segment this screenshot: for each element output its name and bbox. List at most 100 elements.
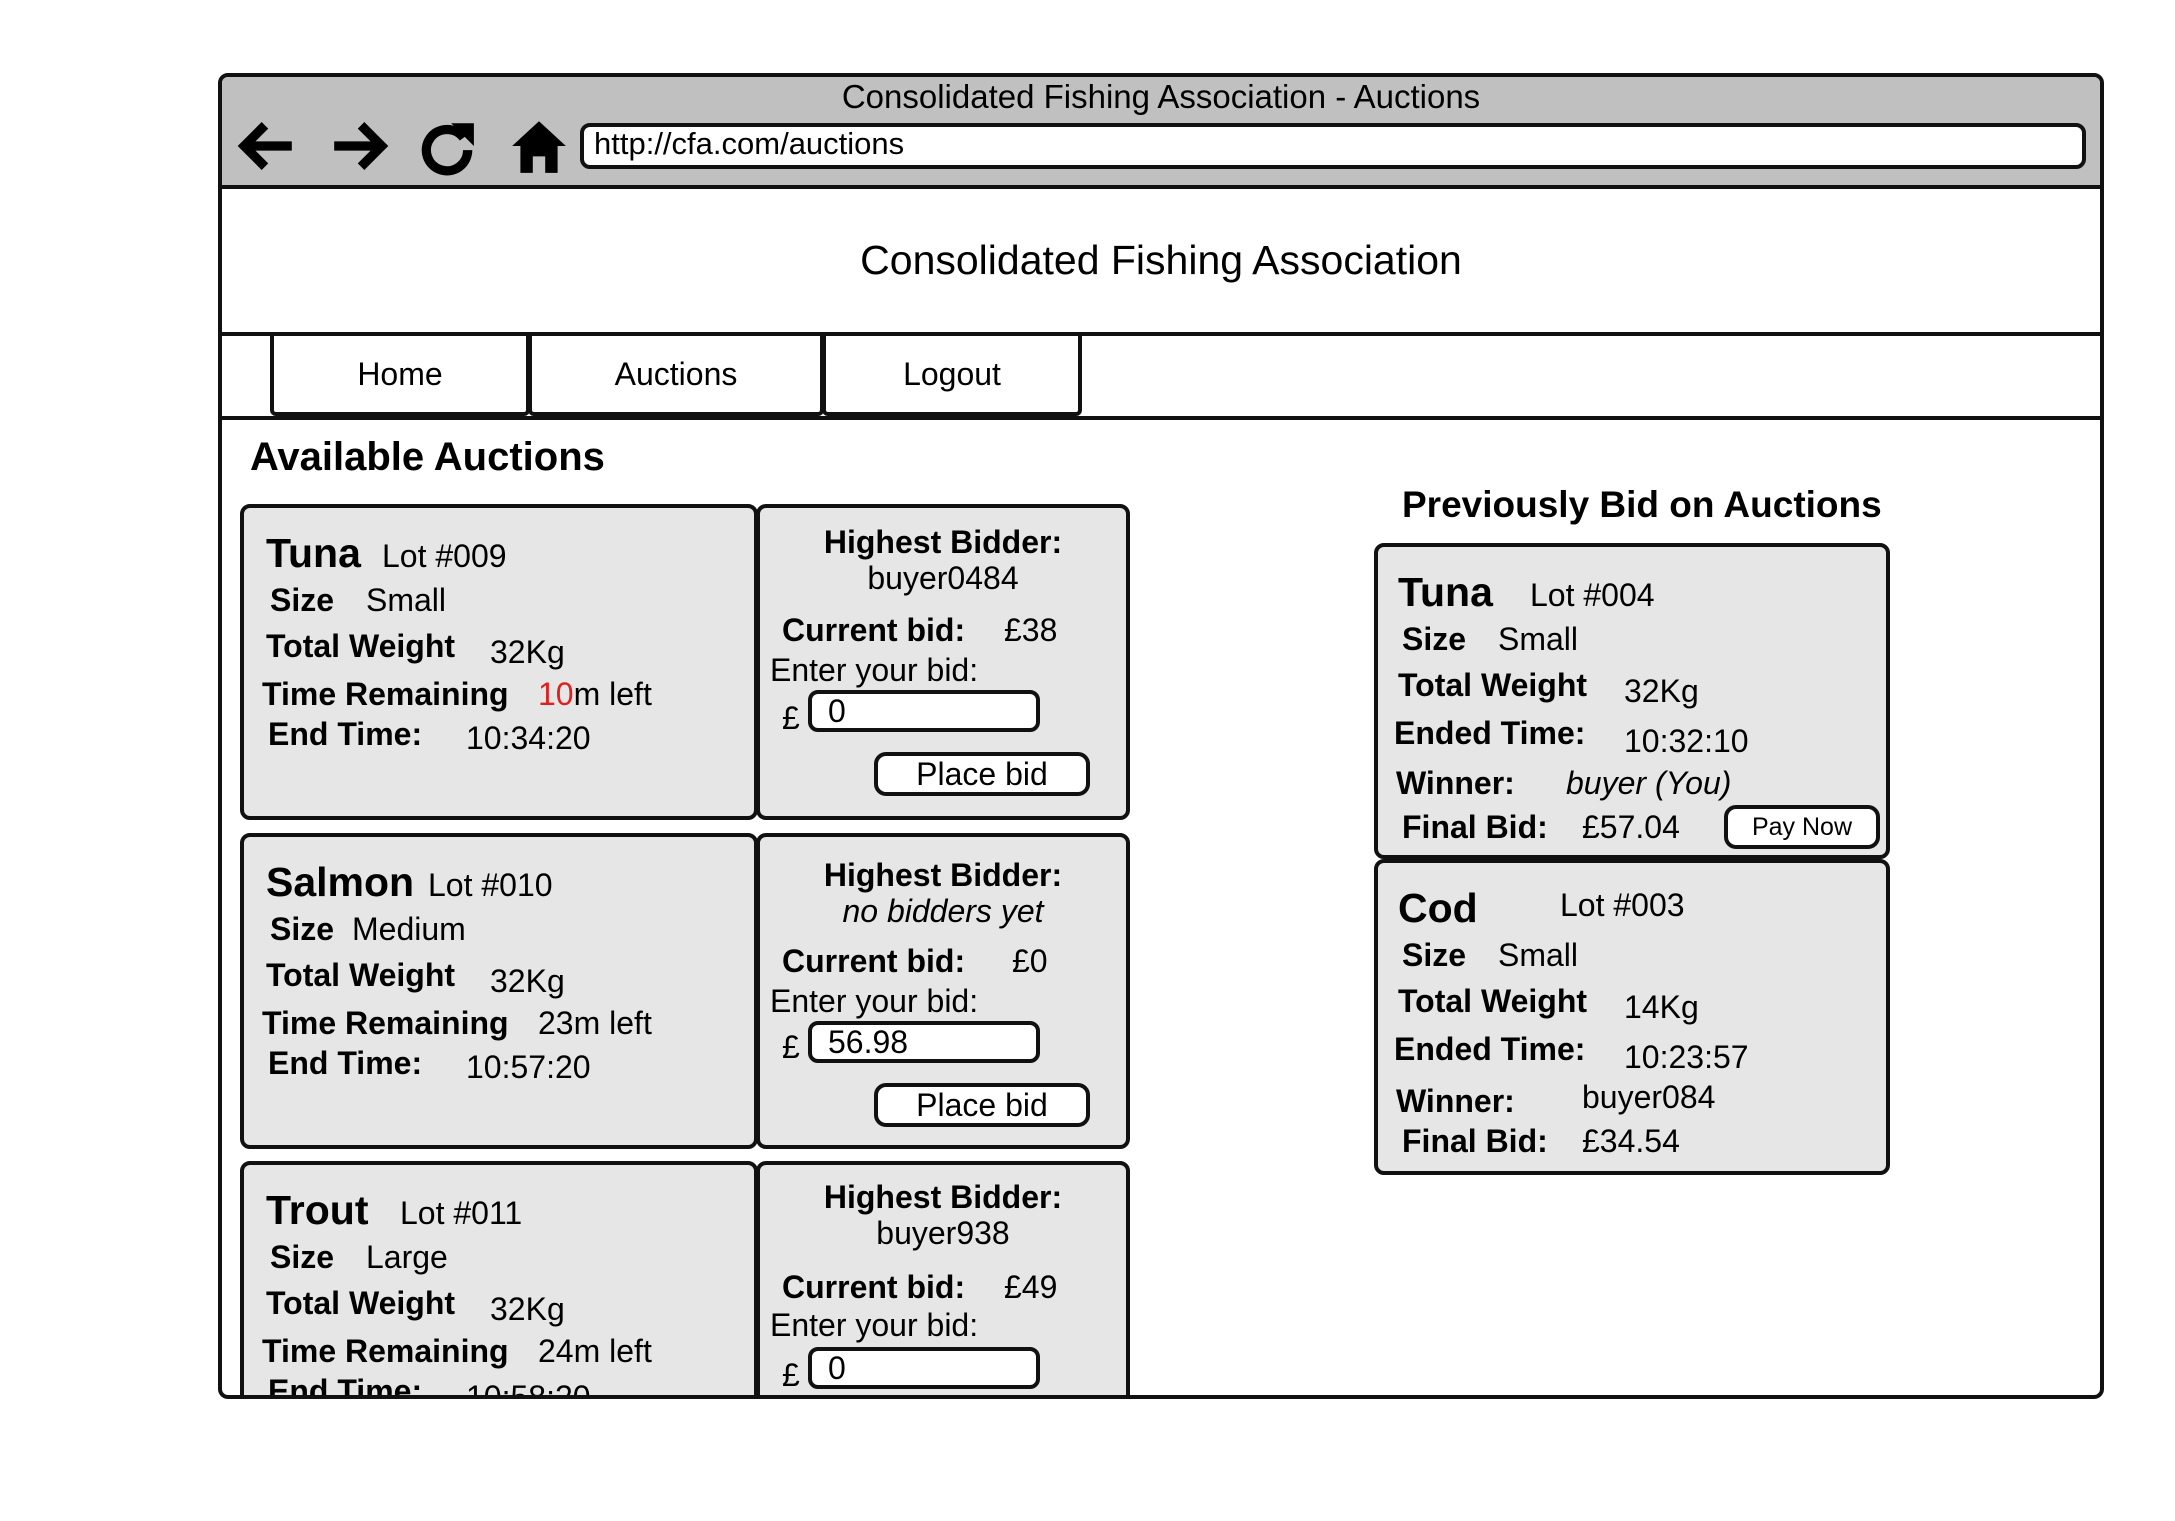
current-bid-value: £0 [1012,943,1048,979]
end-time-label: End Time: [268,716,423,752]
bid-panel: Highest Bidder: no bidders yet Current b… [756,833,1130,1149]
size-label: Size [1402,937,1467,973]
currency-symbol: £ [782,1029,800,1065]
current-bid-label: Current bid: [782,1269,966,1305]
current-bid-label: Current bid: [782,943,966,979]
time-remaining-value: 23m left [538,1005,652,1042]
size-value: Medium [352,911,466,947]
end-time-label: End Time: [268,1045,423,1081]
pay-now-button[interactable]: Pay Now [1724,805,1880,849]
lot-number: Lot #011 [400,1195,523,1231]
end-time-value: 10:57:20 [466,1049,591,1085]
enter-bid-label: Enter your bid: [770,1307,979,1343]
bid-amount-input[interactable]: 0 [808,1347,1040,1389]
weight-value: 32Kg [490,1291,565,1327]
available-auctions-heading: Available Auctions [250,435,605,479]
lot-number: Lot #010 [428,867,553,903]
place-bid-button[interactable]: Place bid [874,752,1090,796]
size-value: Small [1498,621,1579,657]
ended-time-label: Ended Time: [1394,715,1586,751]
weight-label: Total Weight [266,1285,456,1321]
weight-value: 14Kg [1624,989,1699,1025]
site-title: Consolidated Fishing Association [860,237,1462,283]
final-bid-label: Final Bid: [1402,809,1548,845]
back-arrow-icon[interactable] [234,113,300,179]
size-value: Small [366,582,447,618]
currency-symbol: £ [782,700,800,736]
bid-amount-input[interactable]: 56.98 [808,1021,1040,1063]
winner-value: buyer (You) [1566,765,1732,801]
highest-bidder-label: Highest Bidder: [823,1179,1063,1215]
winner-label: Winner: [1396,765,1515,801]
currency-symbol: £ [782,1357,800,1393]
site-header: Consolidated Fishing Association [222,189,2100,336]
final-bid-value: £57.04 [1582,809,1680,845]
size-label: Size [270,1239,335,1275]
lot-info-card: Tuna Lot #009 Size Small Total Weight 32… [240,504,758,820]
forward-arrow-icon[interactable] [326,113,392,179]
highest-bidder-value: no bidders yet [842,893,1044,929]
bid-panel: Highest Bidder: buyer938 Current bid: £4… [756,1161,1130,1395]
weight-value: 32Kg [1624,673,1699,709]
highest-bidder-label: Highest Bidder: [823,524,1063,560]
nav-logout-tab[interactable]: Logout [822,336,1082,416]
ended-time-label: Ended Time: [1394,1031,1586,1067]
nav-bar: Home Auctions Logout [222,336,2100,420]
time-remaining-label: Time Remaining [262,1333,509,1369]
weight-value: 32Kg [490,963,565,999]
home-icon[interactable] [506,113,572,179]
lot-info-card: Salmon Lot #010 Size Medium Total Weight… [240,833,758,1149]
fish-name: Salmon [266,859,415,905]
weight-label: Total Weight [266,957,456,993]
reload-icon[interactable] [414,113,480,179]
final-bid-value: £34.54 [1582,1123,1680,1159]
current-bid-value: £49 [1004,1269,1058,1305]
time-remaining-value: 10m left [538,676,652,713]
enter-bid-label: Enter your bid: [770,652,979,688]
lot-number: Lot #009 [382,538,507,574]
weight-label: Total Weight [1398,667,1588,703]
window-title: Consolidated Fishing Association - Aucti… [841,78,1481,115]
weight-label: Total Weight [266,628,456,664]
bid-amount-input[interactable]: 0 [808,690,1040,732]
highest-bidder-value: buyer938 [876,1215,1010,1251]
size-label: Size [270,582,335,618]
highest-bidder-value: buyer0484 [867,560,1019,596]
time-remaining-urgent: 10 [538,676,574,712]
weight-value: 32Kg [490,634,565,670]
time-remaining-value: 24m left [538,1333,652,1370]
place-bid-button[interactable]: Place bid [874,1083,1090,1127]
time-remaining-suffix: 24m left [538,1333,652,1369]
nav-auctions-tab[interactable]: Auctions [528,336,824,416]
bid-panel: Highest Bidder: buyer0484 Current bid: £… [756,504,1130,820]
lot-info-card: Trout Lot #011 Size Large Total Weight 3… [240,1161,758,1399]
end-time-value: 10:34:20 [466,720,591,756]
previous-lot-card: Cod Lot #003 Size Small Total Weight 14K… [1374,859,1890,1175]
size-label: Size [1402,621,1467,657]
end-time-label: End Time: [268,1373,423,1399]
current-bid-label: Current bid: [782,612,966,648]
end-time-value: 10:58:20 [466,1379,591,1399]
nav-home-tab[interactable]: Home [270,336,530,416]
fish-name: Tuna [266,530,361,576]
fish-name: Cod [1398,885,1478,931]
fish-name: Trout [266,1187,369,1233]
url-input[interactable]: http://cfa.com/auctions [580,123,2086,169]
time-remaining-suffix: 23m left [538,1005,652,1041]
weight-label: Total Weight [1398,983,1588,1019]
enter-bid-label: Enter your bid: [770,983,979,1019]
ended-time-value: 10:23:57 [1624,1039,1749,1075]
size-value: Large [366,1239,448,1275]
previous-lot-card: Tuna Lot #004 Size Small Total Weight 32… [1374,543,1890,859]
winner-label: Winner: [1396,1083,1515,1119]
winner-value: buyer084 [1582,1079,1716,1115]
browser-toolbar: Consolidated Fishing Association - Aucti… [222,77,2100,189]
ended-time-value: 10:32:10 [1624,723,1749,759]
highest-bidder-label: Highest Bidder: [823,857,1063,893]
lot-number: Lot #004 [1530,577,1655,613]
browser-window: Consolidated Fishing Association - Aucti… [218,73,2104,1399]
time-remaining-suffix: m left [573,676,652,712]
final-bid-label: Final Bid: [1402,1123,1548,1159]
time-remaining-label: Time Remaining [262,1005,509,1041]
lot-number: Lot #003 [1560,887,1685,923]
